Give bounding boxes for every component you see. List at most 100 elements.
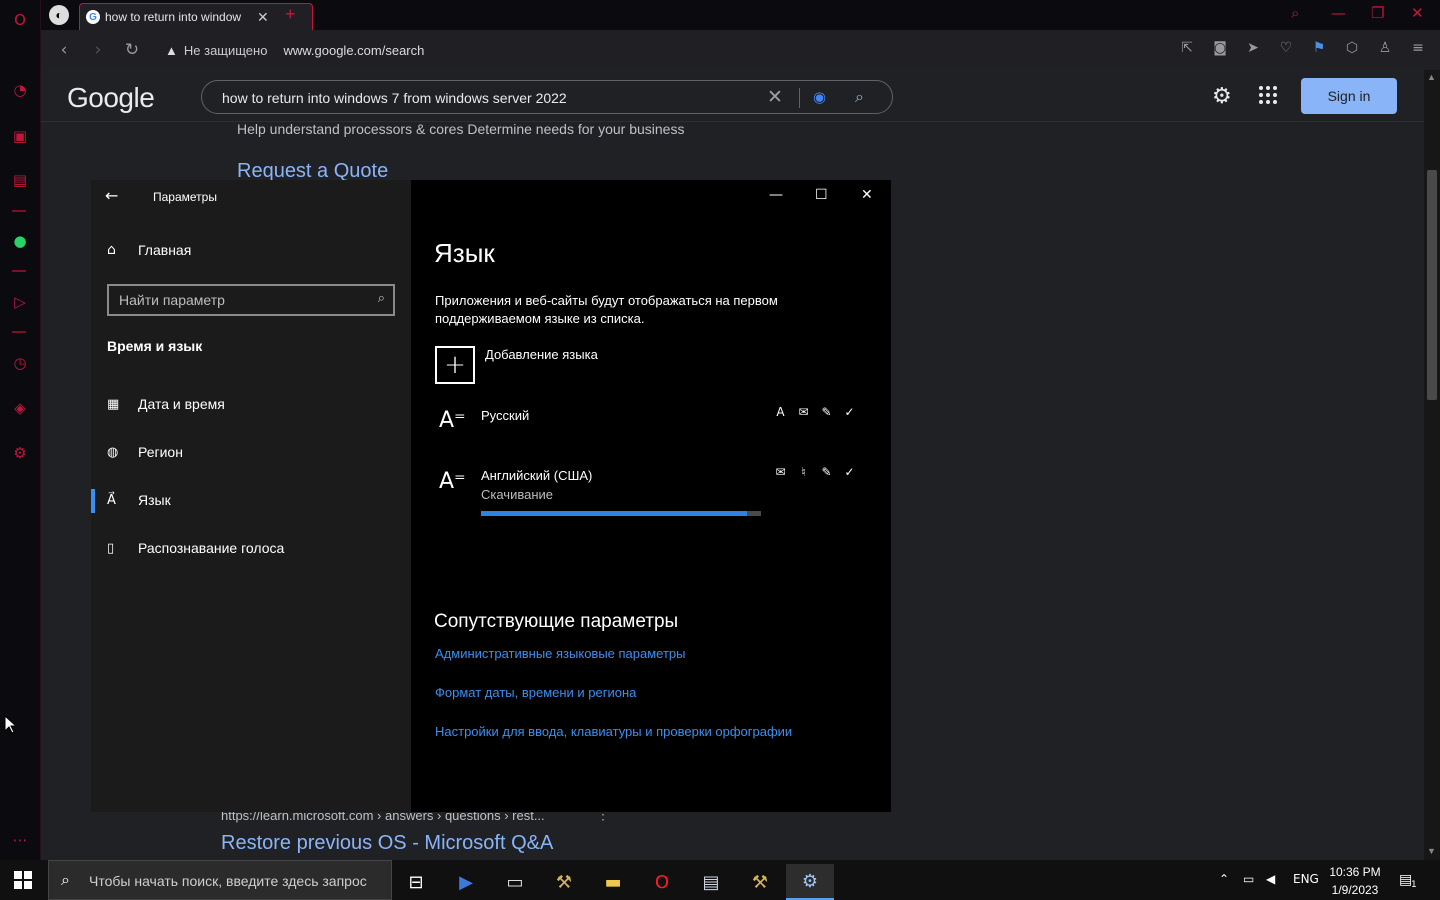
settings-gear-icon[interactable]: ⚙ — [8, 441, 32, 465]
back-arrow-icon[interactable]: ← — [105, 186, 118, 205]
add-language-button[interactable]: Добавление языка — [485, 347, 598, 362]
url-input[interactable]: www.google.com/search — [283, 43, 424, 58]
scroll-down-icon[interactable]: ▼ — [1427, 846, 1436, 856]
nav-item-label: Регион — [138, 444, 183, 460]
share-icon[interactable]: ⇱ — [1177, 40, 1197, 56]
add-language-plus-icon[interactable]: + — [435, 346, 475, 384]
minimize-icon[interactable]: — — [769, 187, 783, 203]
powershell-icon[interactable]: ▶ — [442, 864, 490, 900]
clock[interactable]: 10:36 PM 1/9/2023 — [1323, 863, 1387, 899]
related-settings-title: Сопутствующие параметры — [434, 611, 679, 632]
speed-dial-icon[interactable]: ◔ — [8, 78, 32, 102]
taskbar-search[interactable]: ⌕ Чтобы начать поиск, введите здесь запр… — [48, 860, 392, 900]
show-hidden-icons-icon[interactable]: ⌃ — [1219, 872, 1229, 886]
google-apps-icon[interactable] — [1259, 86, 1277, 104]
whatsapp-icon[interactable]: ● — [8, 229, 32, 253]
volume-muted-icon[interactable]: ◀ — [1266, 872, 1275, 886]
language-icon: A⃗ — [107, 492, 116, 508]
tab-speed-dial-icon[interactable]: ◐ — [49, 5, 69, 25]
settings-content: — ☐ ✕ Язык Приложения и веб-сайты будут … — [411, 180, 891, 812]
menu-icon[interactable]: ≡ — [1408, 40, 1428, 56]
account-icon[interactable]: ♙ — [1375, 40, 1395, 56]
search-icon[interactable]: ⌕ — [855, 87, 864, 107]
google-logo[interactable]: Google — [67, 82, 155, 114]
camera-icon[interactable]: ◙ — [1210, 40, 1230, 56]
cube-icon[interactable]: ⬡ — [1342, 40, 1362, 56]
scrollbar-thumb[interactable] — [1427, 170, 1437, 400]
restore-os-link[interactable]: Restore previous OS - Microsoft Q&A — [221, 832, 553, 855]
tab-google-search[interactable]: G how to return into window ✕ — [79, 3, 313, 30]
history-icon[interactable]: ◷ — [8, 351, 32, 375]
related-link-format[interactable]: Формат даты, времени и региона — [435, 685, 636, 700]
close-icon[interactable]: ✕ — [861, 187, 873, 203]
language-name-ru[interactable]: Русский — [481, 408, 529, 423]
sidebar-divider — [12, 210, 26, 212]
back-icon[interactable]: ‹ — [53, 40, 75, 60]
new-tab-icon[interactable]: + — [285, 4, 296, 25]
language-name-en[interactable]: Английский (США) — [481, 468, 592, 483]
send-icon[interactable]: ➤ — [1243, 40, 1263, 56]
google-header: Google how to return into windows 7 from… — [41, 70, 1424, 122]
twitch-icon[interactable]: ▤ — [8, 168, 32, 192]
related-link-keyboard[interactable]: Настройки для ввода, клавиатуры и провер… — [435, 724, 792, 739]
nav-home-label: Главная — [138, 242, 192, 258]
more-icon[interactable]: ⋯ — [8, 828, 32, 852]
nav-item-region[interactable]: ◍ Регион — [107, 444, 183, 460]
search-tabs-icon[interactable]: ⌕ — [1291, 4, 1299, 22]
nav-home[interactable]: ⌂ Главная — [107, 242, 191, 258]
task-view-icon[interactable]: ⊟ — [392, 864, 440, 900]
restore-icon[interactable]: ❐ — [1371, 4, 1384, 22]
input-language[interactable]: ENG — [1293, 872, 1319, 886]
scroll-up-icon[interactable]: ▲ — [1427, 72, 1436, 82]
security-label: Не защищено — [183, 42, 268, 58]
extensions-icon[interactable]: ◈ — [8, 396, 32, 420]
nav-item-label: Дата и время — [138, 396, 225, 412]
related-link-admin[interactable]: Административные языковые параметры — [435, 646, 686, 661]
heart-icon[interactable]: ♡ — [1276, 40, 1296, 56]
sign-in-button[interactable]: Sign in — [1301, 78, 1397, 114]
file-explorer-icon[interactable]: ▬ — [589, 864, 637, 900]
player-icon[interactable]: ▷ — [8, 290, 32, 314]
maximize-icon[interactable]: ☐ — [815, 187, 828, 203]
lens-camera-icon[interactable]: ◉ — [813, 88, 826, 106]
google-settings-icon[interactable]: ⚙ — [1212, 84, 1232, 109]
network-icon[interactable]: ▭ — [1243, 872, 1254, 886]
page-scrollbar[interactable]: ▲ ▼ — [1424, 70, 1440, 860]
security-indicator[interactable]: ▲ Не защищено — [165, 43, 267, 58]
sidebar-divider — [12, 331, 26, 333]
clear-search-icon[interactable]: ✕ — [767, 86, 783, 109]
nav-item-language[interactable]: A⃗ Язык — [107, 492, 171, 508]
forward-icon[interactable]: › — [87, 40, 109, 60]
microphone-icon: ♮ — [801, 465, 806, 479]
settings-search-placeholder: Найти параметр — [119, 292, 225, 308]
reload-icon[interactable]: ↻ — [121, 40, 143, 60]
language-icon: A⁼ — [439, 469, 466, 494]
nav-section-title: Время и язык — [107, 338, 203, 354]
google-search-box[interactable]: how to return into windows 7 from window… — [201, 80, 893, 114]
opera-logo-icon[interactable]: O — [8, 8, 32, 32]
opera-browser-icon[interactable]: O — [638, 864, 686, 900]
minimize-icon[interactable]: — — [1331, 4, 1346, 22]
shopping-icon[interactable]: ▣ — [8, 124, 32, 148]
spellcheck-icon: ✓ — [844, 465, 855, 479]
nav-item-date-time[interactable]: ▦ Дата и время — [107, 396, 225, 412]
server-manager-icon[interactable]: ▤ — [687, 864, 735, 900]
page-description: Приложения и веб-сайты будут отображатьс… — [435, 293, 778, 326]
result-snippet: Help understand processors & cores Deter… — [237, 121, 685, 137]
settings-search-input[interactable]: Найти параметр ⌕ — [107, 284, 395, 316]
terminal-icon[interactable]: ▭ — [491, 864, 539, 900]
text-to-speech-icon: ✉ — [798, 405, 809, 419]
close-window-icon[interactable]: ✕ — [1411, 4, 1424, 22]
search-icon: ⌕ — [61, 870, 70, 889]
settings-app-title: Параметры — [153, 190, 217, 204]
language-icon: A⁼ — [439, 408, 466, 433]
flag-icon[interactable]: ⚑ — [1309, 40, 1329, 56]
search-query[interactable]: how to return into windows 7 from window… — [222, 90, 567, 106]
tool-app-icon[interactable]: ⚒ — [736, 864, 784, 900]
nav-item-speech[interactable]: ▯ Распознавание голоса — [107, 540, 284, 556]
notification-count: 1 — [1411, 880, 1417, 890]
tab-close-icon[interactable]: ✕ — [257, 9, 269, 26]
tool-app-icon[interactable]: ⚒ — [540, 864, 588, 900]
start-button[interactable] — [14, 871, 32, 889]
settings-app-icon[interactable]: ⚙ — [786, 864, 834, 900]
